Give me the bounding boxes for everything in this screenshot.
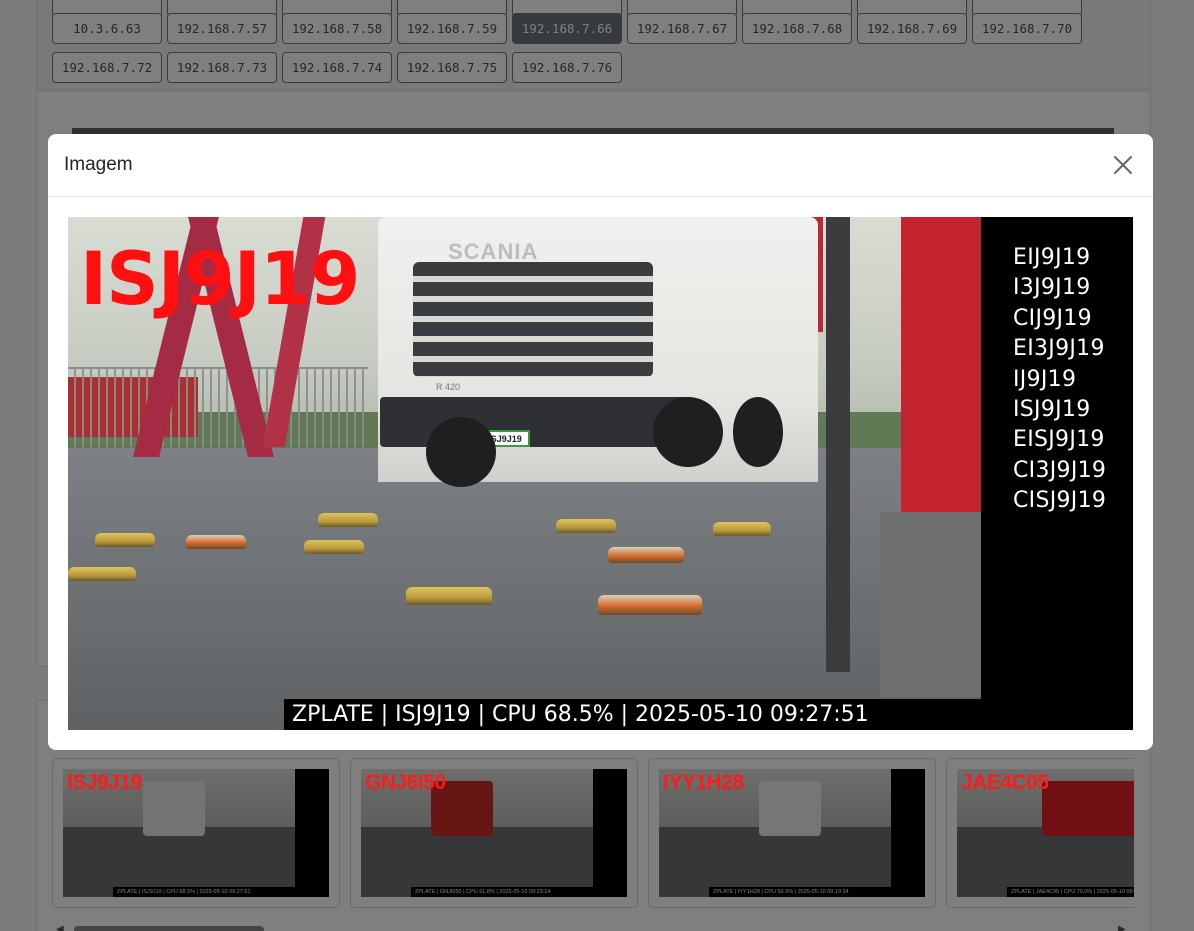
detected-plate-overlay: ISJ9J19 — [80, 237, 360, 322]
image-modal: Imagem SCANIA R 420 ISJ9J19 ISJ9J19 EIJ9… — [48, 134, 1153, 750]
plate-candidate: EIJ9J19 — [1013, 245, 1091, 270]
truck-wheel — [426, 417, 496, 487]
close-icon — [1114, 156, 1132, 174]
speed-bump — [713, 522, 771, 536]
truck-grille — [413, 262, 653, 377]
speed-bump — [406, 587, 492, 605]
speed-bump — [608, 547, 684, 563]
speed-bump — [68, 567, 136, 581]
plate-candidate: EI3J9J19 — [1013, 336, 1105, 362]
speed-bump — [95, 533, 155, 547]
plate-candidate: IJ9J19 — [1013, 366, 1077, 392]
snapshot-gate — [68, 367, 368, 447]
truck-bumper — [380, 397, 690, 447]
thumbnail-plate: GNJ6I50 — [365, 771, 446, 794]
modal-body: SCANIA R 420 ISJ9J19 ISJ9J19 EIJ9J19 I3J… — [48, 197, 1153, 750]
modal-title: Imagem — [64, 154, 133, 175]
modal-header: Imagem — [48, 134, 1153, 197]
plate-candidate: CISJ9J19 — [1013, 488, 1107, 514]
speed-bump — [304, 540, 364, 554]
plate-candidate: I3J9J19 — [1013, 275, 1091, 301]
plate-candidate: EISJ9J19 — [1013, 427, 1105, 453]
plate-candidates-panel: EIJ9J19 I3J9J19 CIJ9J19 EI3J9J19 IJ9J19 … — [981, 217, 1133, 730]
snapshot-footer-info: ZPLATE | ISJ9J19 | CPU 68.5% | 2025-05-1… — [284, 699, 981, 730]
camera-snapshot: SCANIA R 420 ISJ9J19 ISJ9J19 EIJ9J19 I3J… — [68, 217, 1133, 730]
speed-bump — [598, 595, 702, 615]
snapshot-wall — [901, 217, 981, 512]
thumbnail-plate: JAE4C05 — [961, 771, 1049, 794]
speed-bump — [318, 513, 378, 527]
truck-wheel — [733, 397, 783, 467]
plate-candidate: CIJ9J19 — [1013, 305, 1092, 331]
plate-candidate: ISJ9J19 — [1013, 397, 1091, 423]
plate-candidate: CI3J9J19 — [1013, 457, 1107, 483]
speed-bump — [186, 535, 246, 549]
thumbnail-plate: ISJ9J19 — [67, 771, 142, 794]
speed-bump — [556, 519, 616, 533]
snapshot-wall-base — [880, 512, 981, 697]
thumbnail-plate: IYY1H28 — [663, 771, 744, 794]
truck-model: R 420 — [436, 382, 461, 392]
truck-wheel — [653, 397, 723, 467]
snapshot-pole — [826, 217, 850, 672]
close-button[interactable] — [1109, 151, 1137, 179]
